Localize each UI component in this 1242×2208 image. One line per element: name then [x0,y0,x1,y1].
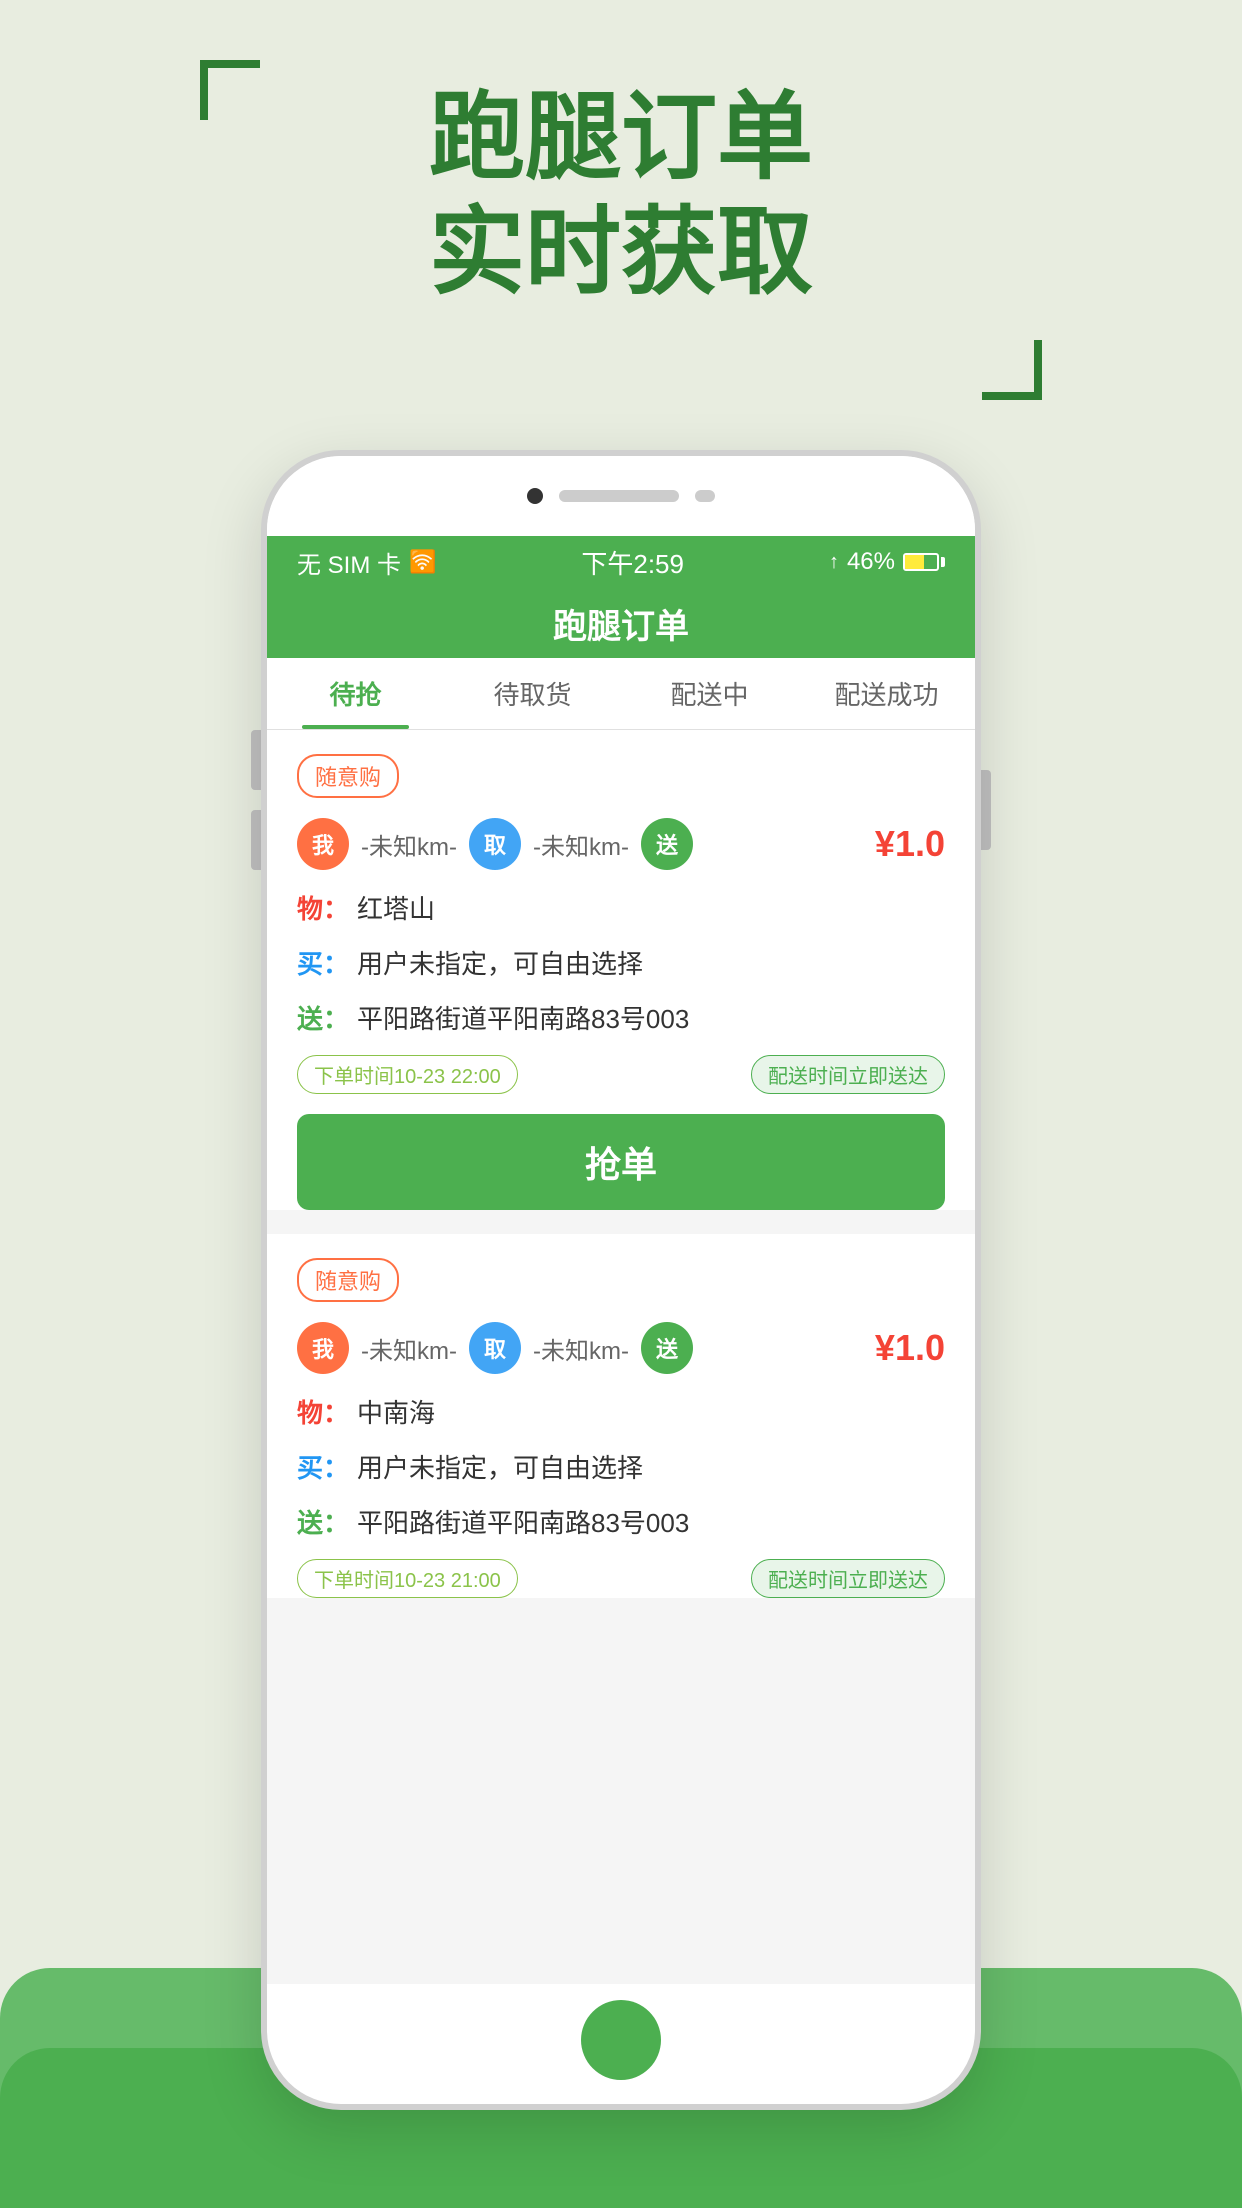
order-2-item-value: 中南海 [357,1394,435,1433]
order-1-delivery-time-tag: 配送时间立即送达 [751,1055,945,1094]
header-line2: 实时获取 [0,195,1242,310]
order-1-grab-button[interactable]: 抢单 [297,1114,945,1210]
order-1-pick-icon: 取 [469,818,521,870]
order-1-order-time-tag: 下单时间10-23 22:00 [297,1055,518,1094]
order-1-send-value: 平阳路街道平阳南路83号003 [357,1000,689,1039]
phone-mockup: 无 SIM 卡 🛜 下午2:59 ↑ 46% 跑腿订单 [261,450,981,2110]
order-1-from-distance: -未知km- [361,827,457,862]
order-2-route: 我 -未知km- 取 -未知km- 送 ¥1.0 [297,1322,945,1374]
power-button [981,770,991,850]
order-1-me-icon: 我 [297,818,349,870]
order-2-buy-label: 买： [297,1449,349,1488]
order-1-buy-row: 买： 用户未指定，可自由选择 [297,945,945,984]
order-1-deliver-icon: 送 [641,818,693,870]
order-2-send-label: 送： [297,1504,349,1543]
order-2-tags: 下单时间10-23 21:00 配送时间立即送达 [297,1559,945,1598]
order-2-send-row: 送： 平阳路街道平阳南路83号003 [297,1504,945,1543]
order-1-buy-value: 用户未指定，可自由选择 [357,945,643,984]
vol-down-button [251,810,261,870]
phone-top-bar [267,456,975,536]
order-2-send-value: 平阳路街道平阳南路83号003 [357,1504,689,1543]
tab-delivering-label: 配送中 [670,675,748,712]
orders-list: 随意购 我 -未知km- 取 -未知km- 送 ¥1.0 物： 红塔山 [267,730,975,1984]
order-card-2: 随意购 我 -未知km- 取 -未知km- 送 ¥1.0 物： 中南海 [267,1234,975,1598]
battery-icon [903,553,945,571]
order-2-item-label: 物： [297,1394,349,1433]
tab-bar: 待抢 待取货 配送中 配送成功 [267,658,975,730]
order-card-1: 随意购 我 -未知km- 取 -未知km- 送 ¥1.0 物： 红塔山 [267,730,975,1210]
camera-dot [527,488,543,504]
order-2-buy-value: 用户未指定，可自由选择 [357,1449,643,1488]
carrier-text: 无 SIM 卡 [297,545,401,580]
tab-pending-pickup-label: 待取货 [493,675,571,712]
order-2-buy-row: 买： 用户未指定，可自由选择 [297,1449,945,1488]
order-2-order-time-tag: 下单时间10-23 21:00 [297,1559,518,1598]
home-button[interactable] [581,2000,661,2080]
tab-pending-pickup[interactable]: 待取货 [444,658,621,729]
order-2-pick-icon: 取 [469,1322,521,1374]
order-2-badge: 随意购 [297,1258,399,1302]
tab-delivered[interactable]: 配送成功 [798,658,975,729]
battery-percent: 46% [847,548,895,576]
order-2-delivery-time-tag: 配送时间立即送达 [751,1559,945,1598]
order-1-route: 我 -未知km- 取 -未知km- 送 ¥1.0 [297,818,945,870]
tab-pending-grab-label: 待抢 [329,675,381,712]
order-1-price: ¥1.0 [875,823,945,865]
order-2-item-row: 物： 中南海 [297,1394,945,1433]
order-1-buy-label: 买： [297,945,349,984]
header-section: 跑腿订单 实时获取 [0,80,1242,310]
battery-tip [941,557,945,567]
order-2-me-icon: 我 [297,1322,349,1374]
order-1-send-label: 送： [297,1000,349,1039]
order-1-item-row: 物： 红塔山 [297,890,945,929]
location-icon: ↑ [829,551,839,574]
order-1-item-label: 物： [297,890,349,929]
battery-fill [905,555,924,569]
order-1-pick-distance: -未知km- [533,827,629,862]
app-header: 跑腿订单 [267,588,975,658]
tab-delivered-label: 配送成功 [834,675,938,712]
order-2-pick-distance: -未知km- [533,1331,629,1366]
header-line1: 跑腿订单 [0,80,1242,195]
status-right: ↑ 46% [829,548,945,576]
order-2-price: ¥1.0 [875,1327,945,1369]
order-1-item-value: 红塔山 [357,890,435,929]
wifi-icon: 🛜 [409,549,436,575]
status-time: 下午2:59 [581,544,684,581]
order-1-send-row: 送： 平阳路街道平阳南路83号003 [297,1000,945,1039]
vol-up-button [251,730,261,790]
status-left: 无 SIM 卡 🛜 [297,545,436,580]
order-1-badge: 随意购 [297,754,399,798]
speaker [559,490,679,502]
status-bar: 无 SIM 卡 🛜 下午2:59 ↑ 46% [267,536,975,588]
tab-delivering[interactable]: 配送中 [621,658,798,729]
battery-body [903,553,939,571]
phone-screen: 无 SIM 卡 🛜 下午2:59 ↑ 46% 跑腿订单 [267,536,975,1984]
order-2-from-distance: -未知km- [361,1331,457,1366]
phone-frame: 无 SIM 卡 🛜 下午2:59 ↑ 46% 跑腿订单 [261,450,981,2110]
front-camera [695,490,715,502]
bracket-bottom-right [982,340,1042,400]
tab-pending-grab[interactable]: 待抢 [267,658,444,729]
app-title: 跑腿订单 [553,599,689,648]
order-2-deliver-icon: 送 [641,1322,693,1374]
order-1-tags: 下单时间10-23 22:00 配送时间立即送达 [297,1055,945,1094]
